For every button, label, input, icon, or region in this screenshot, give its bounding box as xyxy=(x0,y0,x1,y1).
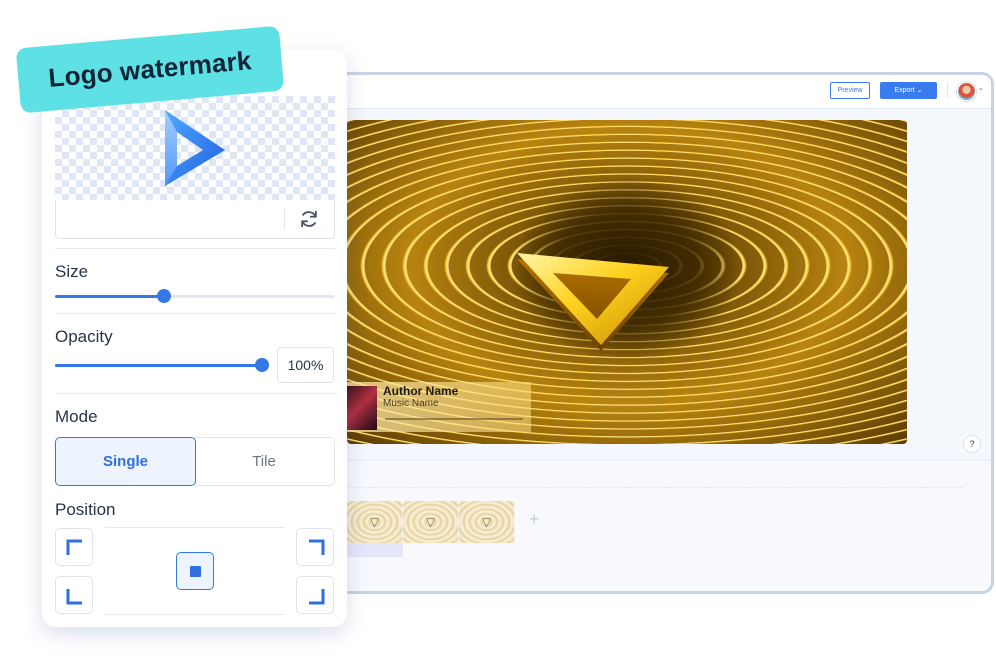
opacity-label: Opacity xyxy=(55,327,113,346)
timeline-ruler xyxy=(343,487,963,488)
mode-single-button[interactable]: Single xyxy=(55,437,196,486)
position-top-right-button[interactable] xyxy=(296,528,334,566)
opacity-slider-fill xyxy=(55,364,262,367)
corner-top-left-icon xyxy=(66,539,82,555)
size-slider[interactable] xyxy=(55,289,335,303)
opacity-value-input[interactable]: 100% xyxy=(277,347,334,383)
avatar-chevron-icon[interactable]: ⌄ xyxy=(978,84,984,92)
size-slider-fill xyxy=(55,295,165,298)
help-button[interactable]: ? xyxy=(963,435,981,453)
size-label: Size xyxy=(55,262,89,281)
position-bottom-left-button[interactable] xyxy=(55,576,93,614)
topbar-divider xyxy=(947,84,948,98)
section-divider xyxy=(55,393,335,394)
timeline-clip[interactable]: ▽ xyxy=(347,501,403,543)
user-avatar[interactable] xyxy=(957,82,976,101)
add-clip-button[interactable]: + xyxy=(529,509,540,530)
section-divider xyxy=(55,248,335,249)
timeline: ▽ ▽ ▽ + xyxy=(303,460,991,591)
position-label: Position xyxy=(55,500,116,519)
position-top-left-button[interactable] xyxy=(55,528,93,566)
clip-strip[interactable]: ▽ ▽ ▽ xyxy=(347,501,515,543)
music-title: Music Name xyxy=(383,398,439,409)
opacity-slider[interactable] xyxy=(55,358,269,372)
clip-logo-icon: ▽ xyxy=(481,515,492,529)
timeline-clip[interactable]: ▽ xyxy=(459,501,515,543)
music-progress-track xyxy=(385,418,523,420)
corner-top-right-icon xyxy=(309,539,325,555)
clip-logo-icon: ▽ xyxy=(369,515,380,529)
music-author-name: Author Name xyxy=(383,384,459,398)
video-canvas[interactable]: Author Name Music Name xyxy=(347,120,907,444)
logo-file-row[interactable] xyxy=(55,200,335,239)
file-row-divider xyxy=(284,208,285,230)
clip-logo-icon: ▽ xyxy=(425,515,436,529)
music-thumbnail xyxy=(347,386,377,430)
corner-bottom-left-icon xyxy=(66,589,82,605)
refresh-icon[interactable] xyxy=(298,208,320,230)
video-editor-window: Preview Export ⌄ ⌄ Author Name Music Nam… xyxy=(300,72,994,594)
preview-button[interactable]: Preview xyxy=(830,82,870,99)
logo-preview-icon xyxy=(165,110,225,186)
logo-preview xyxy=(55,96,335,200)
center-square-icon xyxy=(190,566,201,577)
mode-tile-button[interactable]: Tile xyxy=(194,437,335,486)
position-bottom-right-button[interactable] xyxy=(296,576,334,614)
chevron-down-icon: ⌄ xyxy=(916,87,923,94)
position-center-button[interactable] xyxy=(176,552,214,590)
export-button[interactable]: Export ⌄ xyxy=(880,82,937,99)
corner-bottom-right-icon xyxy=(309,589,325,605)
opacity-slider-thumb[interactable] xyxy=(255,358,269,372)
mode-label: Mode xyxy=(55,407,98,426)
editor-topbar: Preview Export ⌄ ⌄ xyxy=(303,75,991,109)
canvas-logo-icon xyxy=(517,253,669,351)
audio-track-bar[interactable] xyxy=(347,543,403,557)
timeline-clip[interactable]: ▽ xyxy=(403,501,459,543)
mode-toggle-group: Single Tile xyxy=(55,437,335,486)
export-label: Export xyxy=(894,87,915,94)
section-divider xyxy=(55,313,335,314)
music-card[interactable]: Author Name Music Name xyxy=(347,382,531,432)
